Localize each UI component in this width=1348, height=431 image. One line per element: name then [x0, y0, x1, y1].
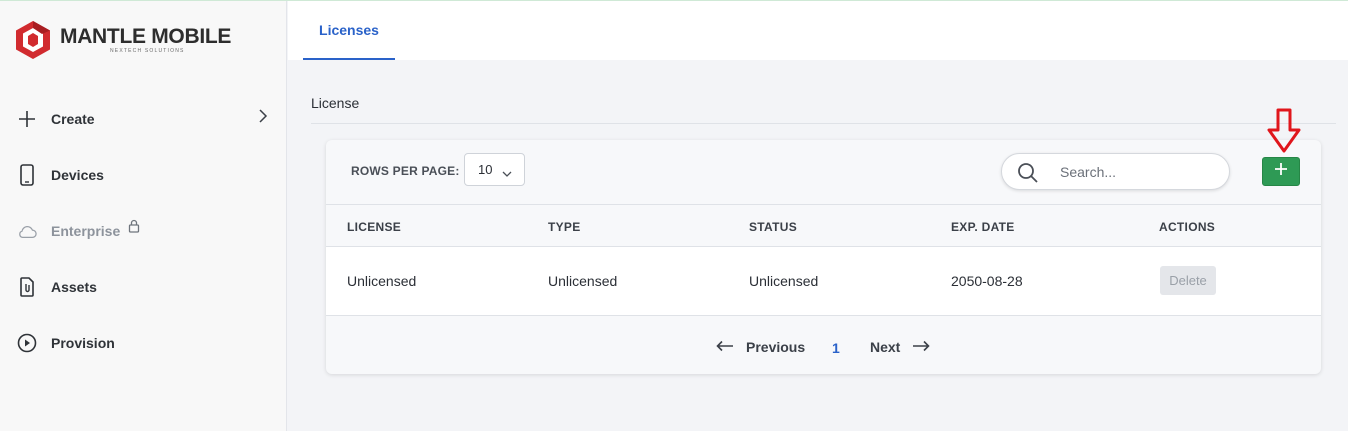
- search-input[interactable]: [1060, 162, 1220, 182]
- cell-license: Unlicensed: [347, 273, 417, 289]
- rows-per-page-value: 10: [478, 162, 493, 177]
- sidebar-item-label: Create: [51, 111, 95, 127]
- chevron-right-icon: [258, 109, 268, 128]
- sidebar: MANTLE MOBILE NEXTECH SOLUTIONS Create D…: [0, 1, 287, 431]
- sidebar-item-devices[interactable]: Devices: [0, 147, 286, 203]
- lock-icon: [128, 219, 140, 238]
- table-row: Unlicensed Unlicensed Unlicensed 2050-08…: [326, 247, 1321, 316]
- sidebar-item-assets[interactable]: Assets: [0, 259, 286, 315]
- plus-icon: [1274, 162, 1288, 181]
- sidebar-item-enterprise[interactable]: Enterprise: [0, 203, 286, 259]
- delete-button[interactable]: Delete: [1160, 266, 1216, 295]
- next-page-button[interactable]: Next: [870, 339, 942, 355]
- tab-bar: Licenses: [288, 1, 1348, 60]
- rows-per-page-select[interactable]: 10: [464, 153, 525, 186]
- cloud-icon: [17, 221, 37, 241]
- column-header-actions: ACTIONS: [1159, 220, 1216, 234]
- sidebar-item-label: Enterprise: [51, 223, 121, 239]
- cell-type: Unlicensed: [548, 273, 618, 289]
- arrow-right-icon: [912, 339, 930, 355]
- licenses-card: ROWS PER PAGE: 10 LICENSE TYPE STATUS EX…: [326, 140, 1321, 374]
- cell-status: Unlicensed: [749, 273, 819, 289]
- arrow-left-icon: [716, 339, 734, 355]
- rows-per-page-label: ROWS PER PAGE:: [351, 164, 460, 178]
- brand-logo[interactable]: MANTLE MOBILE NEXTECH SOLUTIONS: [14, 19, 231, 61]
- page-number-current[interactable]: 1: [832, 340, 840, 356]
- file-attachment-icon: [17, 277, 37, 297]
- brand-name: MANTLE MOBILE: [60, 25, 232, 48]
- plus-icon: [17, 109, 37, 129]
- next-label: Next: [870, 339, 901, 355]
- add-license-button[interactable]: [1262, 157, 1300, 186]
- column-header-license[interactable]: LICENSE: [347, 220, 401, 234]
- sidebar-nav: Create Devices Enterprise Assets Provisi…: [0, 91, 286, 371]
- search-box[interactable]: [1001, 153, 1230, 190]
- column-header-exp-date[interactable]: EXP. DATE: [951, 220, 1015, 234]
- chevron-down-icon: [502, 166, 512, 181]
- cell-exp-date: 2050-08-28: [951, 273, 1023, 289]
- play-circle-icon: [17, 333, 37, 353]
- section-title: License: [311, 95, 360, 111]
- previous-label: Previous: [746, 339, 806, 355]
- table-header: LICENSE TYPE STATUS EXP. DATE ACTIONS: [326, 204, 1321, 247]
- sidebar-item-create[interactable]: Create: [0, 91, 286, 147]
- sidebar-item-label: Provision: [51, 335, 115, 351]
- annotation-arrow-down-icon: [1266, 108, 1302, 159]
- mantle-logo-icon: [16, 21, 50, 59]
- section-divider: [311, 123, 1336, 124]
- search-icon: [1017, 162, 1039, 189]
- column-header-type[interactable]: TYPE: [548, 220, 581, 234]
- phone-icon: [17, 164, 37, 186]
- sidebar-item-label: Devices: [51, 167, 104, 183]
- tab-licenses[interactable]: Licenses: [303, 1, 395, 60]
- sidebar-item-provision[interactable]: Provision: [0, 315, 286, 371]
- pagination: Previous 1 Next: [326, 316, 1321, 374]
- brand-tagline: NEXTECH SOLUTIONS: [110, 48, 185, 54]
- sidebar-item-label: Assets: [51, 279, 97, 295]
- table-toolbar: ROWS PER PAGE: 10: [326, 140, 1321, 204]
- column-header-status[interactable]: STATUS: [749, 220, 797, 234]
- previous-page-button[interactable]: Previous: [716, 339, 805, 355]
